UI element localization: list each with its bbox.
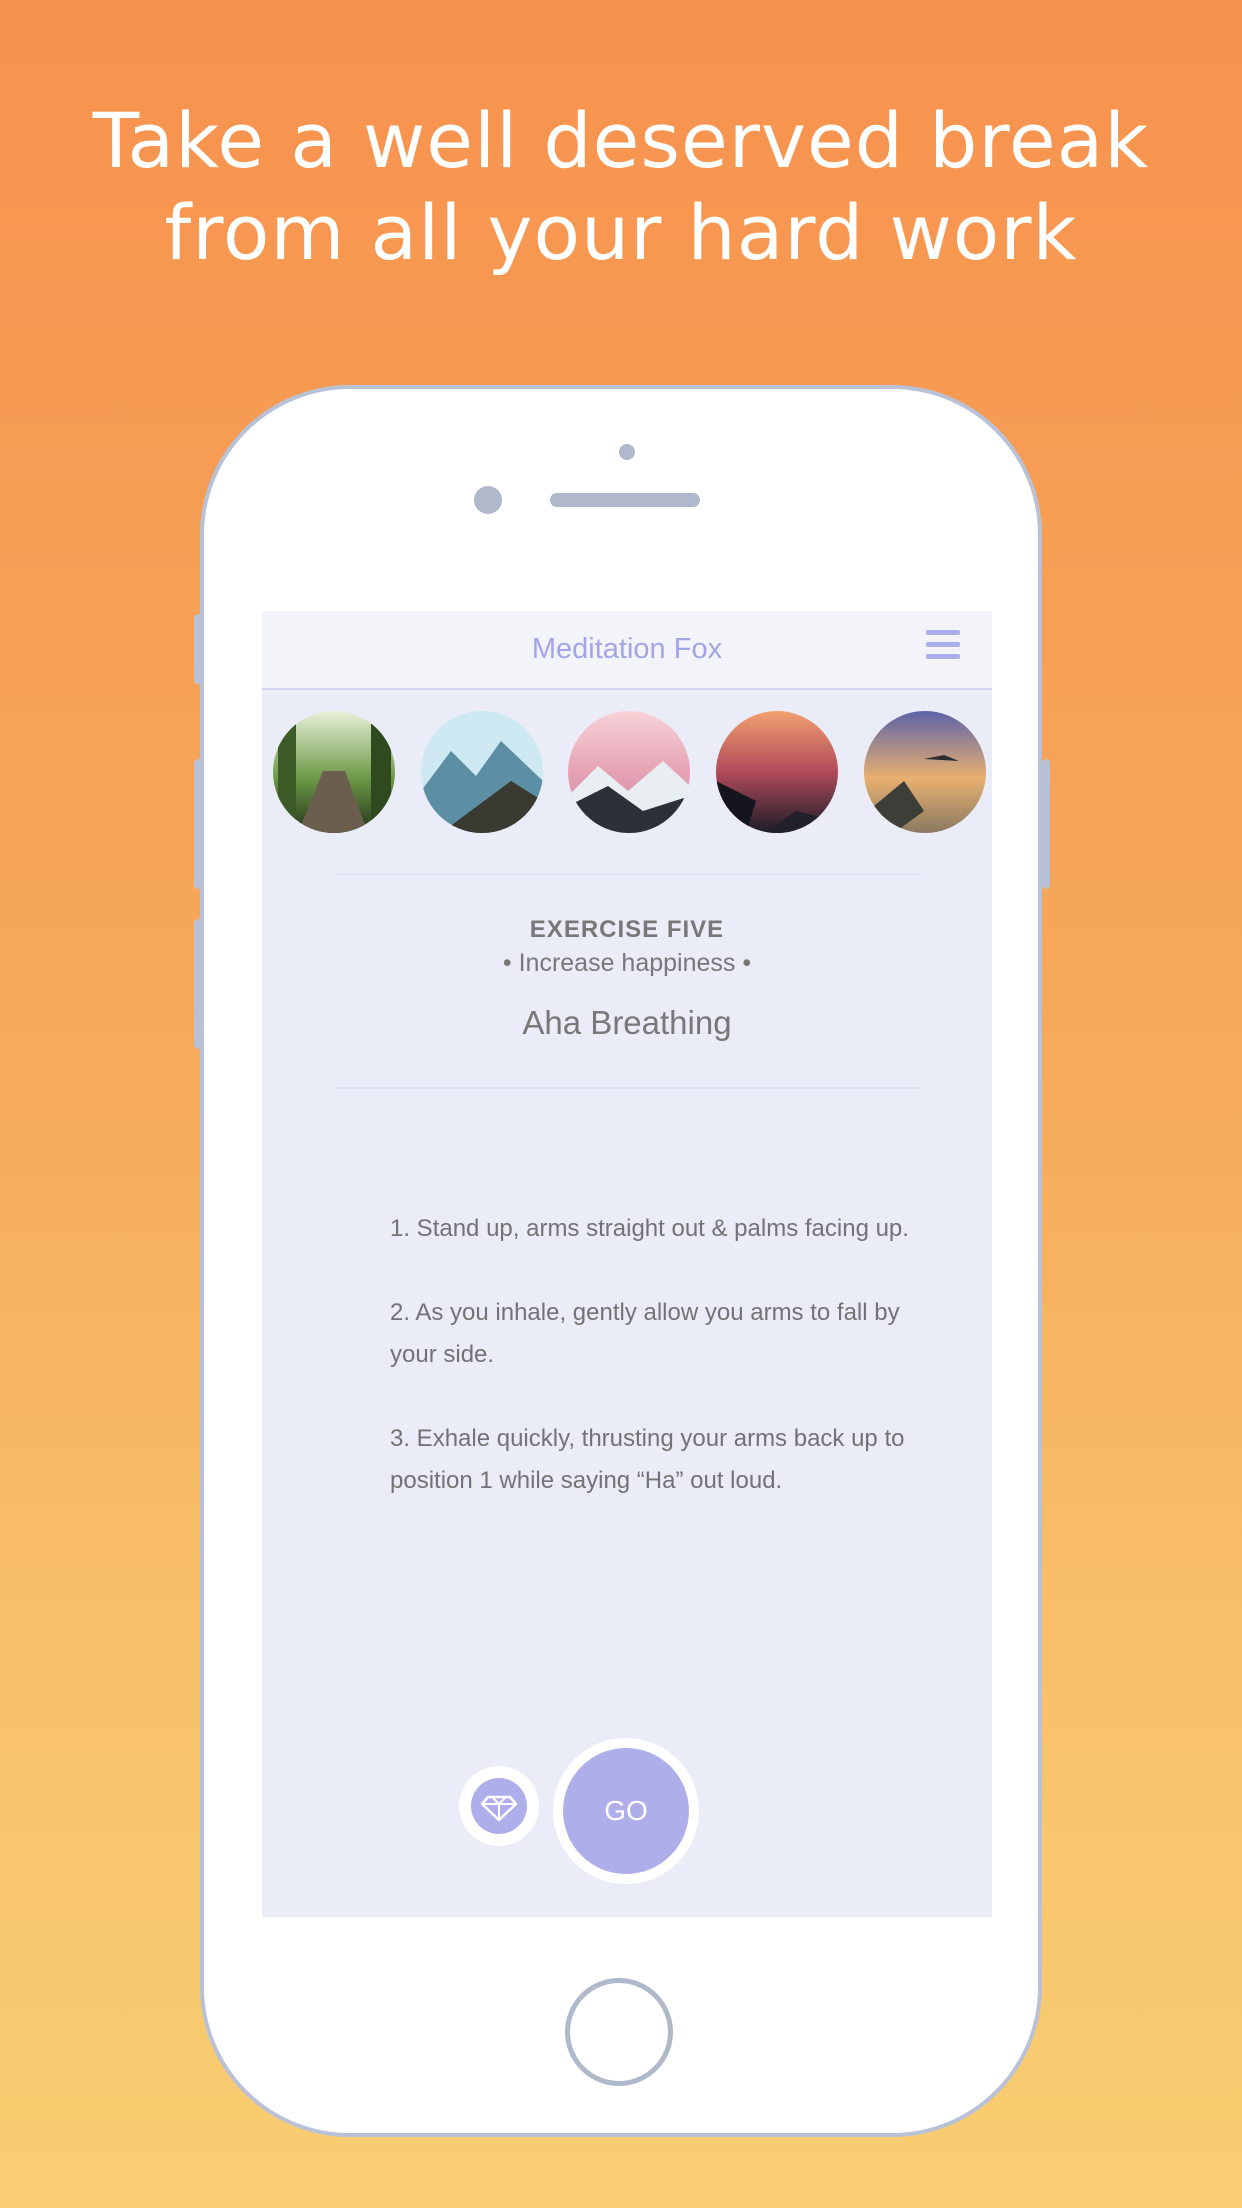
nav-bar: Meditation Fox [262, 611, 992, 690]
go-label: GO [563, 1748, 689, 1874]
premium-button[interactable] [459, 1766, 539, 1846]
thumbnail-sunset-sea[interactable] [716, 711, 838, 833]
phone-volume-up [194, 759, 202, 889]
exercise-steps: 1. Stand up, arms straight out & palms f… [390, 1208, 910, 1544]
thumbnail-dusk-rocks[interactable] [864, 711, 986, 833]
phone-side-button [194, 614, 202, 684]
proximity-sensor [619, 444, 635, 460]
thumbnail-pink-sky-mountains[interactable] [568, 711, 690, 833]
phone-volume-down [194, 919, 202, 1049]
front-camera [474, 486, 502, 514]
exercise-number: EXERCISE FIVE [529, 916, 725, 943]
headline-line-2: from all your hard work [164, 188, 1078, 277]
phone-power-button [1042, 759, 1050, 889]
phone-frame: Meditation Fox EXERCISE FIVE • Increase … [194, 385, 1050, 2137]
thumbnail-blue-mountains[interactable] [421, 711, 543, 833]
home-button[interactable] [565, 1978, 673, 2086]
diamond-icon [471, 1778, 527, 1834]
thumbnail-forest-path[interactable] [273, 711, 395, 833]
divider-bottom [336, 1087, 920, 1089]
headline-line-1: Take a well deserved break [92, 96, 1150, 185]
divider-top [336, 873, 920, 875]
step-2: 2. As you inhale, gently allow you arms … [390, 1299, 900, 1368]
exercise-title: Aha Breathing [522, 1004, 732, 1041]
step-3: 3. Exhale quickly, thrusting your arms b… [390, 1425, 905, 1494]
earpiece-speaker [550, 493, 700, 507]
exercise-subtitle: • Increase happiness • [502, 949, 752, 977]
app-screen: Meditation Fox EXERCISE FIVE • Increase … [262, 611, 992, 1917]
step-1: 1. Stand up, arms straight out & palms f… [390, 1215, 909, 1242]
headline: Take a well deserved break from all your… [0, 95, 1242, 279]
app-title: Meditation Fox [531, 633, 723, 665]
hamburger-menu-icon[interactable] [926, 630, 960, 662]
go-button[interactable]: GO [553, 1738, 699, 1884]
